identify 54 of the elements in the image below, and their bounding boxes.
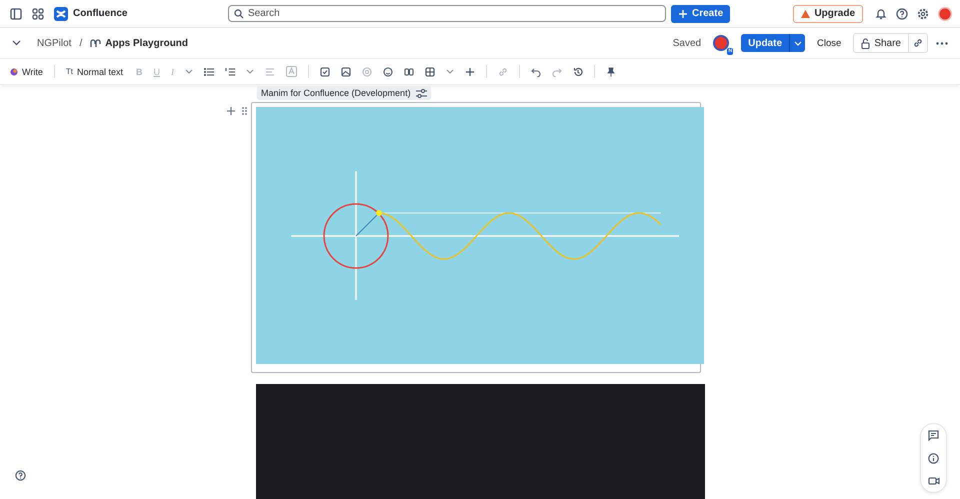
text-color-icon[interactable] — [286, 66, 297, 77]
save-status: Saved — [672, 38, 702, 48]
confluence-logo-icon[interactable] — [54, 6, 68, 20]
comment-icon[interactable] — [928, 430, 939, 441]
app-switcher-icon[interactable] — [32, 8, 44, 20]
warning-icon — [801, 10, 810, 18]
lock-icon — [861, 38, 870, 48]
chevron-down-icon — [794, 40, 802, 46]
settings-icon[interactable] — [917, 8, 929, 20]
checkbox-icon[interactable] — [320, 66, 330, 76]
sidebar-toggle-icon[interactable] — [10, 8, 22, 20]
page-title: Apps Playground — [105, 38, 188, 48]
search-field[interactable]: Search — [228, 5, 666, 22]
avatar[interactable] — [713, 35, 730, 51]
link-icon — [913, 38, 923, 48]
info-icon[interactable] — [928, 453, 939, 464]
add-icon[interactable] — [227, 107, 235, 115]
text-style-glyph: Tt — [66, 67, 73, 76]
help-icon[interactable] — [896, 8, 908, 20]
sliders-icon[interactable] — [416, 88, 427, 98]
chevron-down-icon[interactable] — [446, 69, 454, 74]
more-icon[interactable] — [936, 42, 948, 44]
chevron-down-icon[interactable] — [246, 69, 254, 74]
ai-icon — [10, 68, 18, 76]
upgrade-button[interactable]: Upgrade — [793, 4, 863, 22]
history-icon[interactable] — [572, 66, 583, 76]
search-icon — [234, 9, 244, 19]
chevron-down-icon[interactable] — [184, 69, 193, 74]
notification-bell-icon[interactable] — [875, 8, 887, 20]
write-button[interactable]: Write — [10, 66, 43, 76]
columns-icon[interactable] — [404, 66, 414, 76]
table-icon[interactable] — [424, 66, 435, 76]
plus-icon — [678, 8, 688, 18]
text-style-button[interactable]: Tt Normal text — [66, 66, 123, 76]
chevron-down-icon[interactable] — [12, 40, 21, 46]
update-button[interactable]: Update — [741, 34, 790, 52]
numbered-list-icon[interactable] — [224, 66, 235, 76]
close-button[interactable]: Close — [813, 34, 846, 52]
bullet-list-icon[interactable] — [204, 66, 214, 76]
pin-icon[interactable] — [606, 66, 616, 76]
create-button[interactable]: Create — [671, 4, 730, 22]
help-icon[interactable] — [15, 470, 26, 481]
undo-icon[interactable] — [530, 66, 541, 76]
breadcrumb-separator: / — [79, 38, 82, 48]
insert-icon[interactable] — [464, 66, 475, 76]
avatar[interactable] — [938, 6, 952, 20]
video-icon[interactable] — [928, 476, 940, 486]
update-options-button[interactable] — [789, 34, 806, 52]
image-icon[interactable] — [340, 66, 351, 76]
drag-handle-icon[interactable] — [242, 107, 247, 115]
emoji-icon[interactable] — [382, 66, 393, 76]
macro-label[interactable]: Manim for Confluence (Development) — [257, 86, 431, 100]
product-name[interactable]: Confluence — [73, 8, 128, 19]
space-link[interactable]: NGPilot — [37, 38, 72, 48]
